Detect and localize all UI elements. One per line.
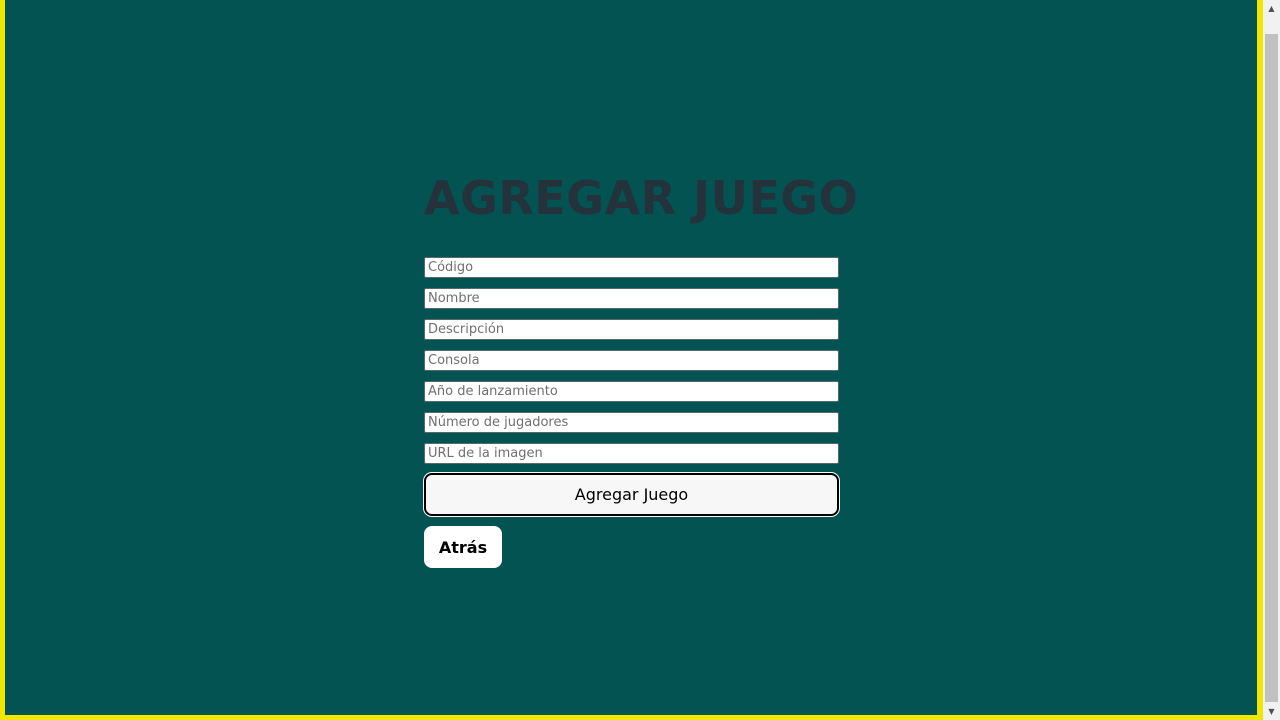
descripcion-input[interactable] <box>424 319 839 340</box>
page-title: AGREGAR JUEGO <box>424 171 859 225</box>
triangle-down-icon[interactable]: ▼ <box>1263 703 1280 720</box>
scrollbar-thumb[interactable] <box>1265 34 1278 702</box>
vertical-scrollbar[interactable]: ▲ ▼ <box>1263 0 1280 720</box>
agregar-juego-button[interactable]: Agregar Juego <box>424 473 839 516</box>
url-imagen-input[interactable] <box>424 443 839 464</box>
numero-jugadores-input[interactable] <box>424 412 839 433</box>
page-background: AGREGAR JUEGO Agregar Juego Atrás <box>5 0 1257 715</box>
nombre-input[interactable] <box>424 288 839 309</box>
triangle-up-icon[interactable]: ▲ <box>1263 0 1280 17</box>
consola-input[interactable] <box>424 350 839 371</box>
add-game-form: AGREGAR JUEGO Agregar Juego Atrás <box>424 168 859 568</box>
codigo-input[interactable] <box>424 257 839 278</box>
form-fields <box>424 257 839 474</box>
anio-lanzamiento-input[interactable] <box>424 381 839 402</box>
atras-button[interactable]: Atrás <box>424 526 502 568</box>
browser-viewport: AGREGAR JUEGO Agregar Juego Atrás <box>0 0 1263 720</box>
